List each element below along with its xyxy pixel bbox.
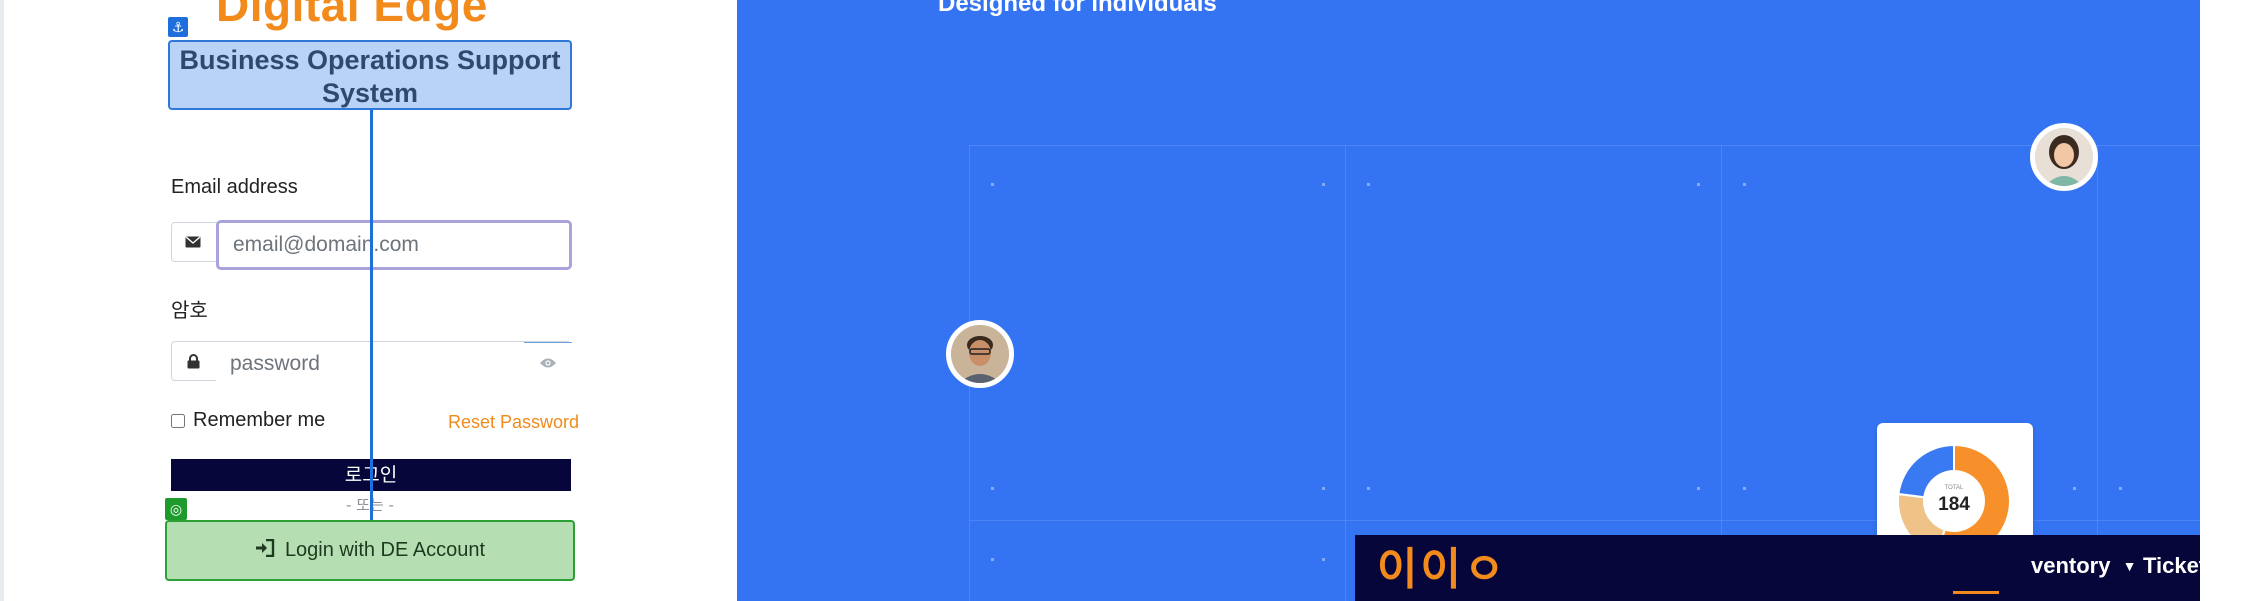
nav-active-underline [1953, 591, 1999, 594]
grid-dot [1322, 487, 1325, 490]
envelope-icon [172, 223, 214, 261]
grid-dot [1367, 487, 1370, 490]
system-subtitle: Business Operations Support System [168, 40, 572, 110]
avatar-man [946, 320, 1014, 388]
remember-me-checkbox[interactable] [171, 413, 185, 428]
nav-item-inventory[interactable]: ventory ▼ [2031, 553, 2136, 579]
reset-password-link[interactable]: Reset Password [448, 412, 579, 433]
grid-dot [1743, 487, 1746, 490]
avatar-woman [2030, 123, 2098, 191]
target-icon: ◎ [165, 498, 187, 520]
grid-line [2097, 145, 2098, 601]
grid-dot [1322, 183, 1325, 186]
brand-logo-text: Digital Edge [216, 0, 488, 31]
eye-icon [539, 356, 557, 374]
grid-dot [991, 558, 994, 561]
sign-in-icon [255, 538, 275, 563]
window-left-edge [0, 0, 4, 601]
annotation-connector-line [370, 110, 373, 520]
grid-dot [991, 487, 994, 490]
grid-dot [2073, 487, 2076, 490]
email-input[interactable] [216, 220, 572, 270]
grid-line [1345, 145, 1346, 601]
grid-dot [1322, 558, 1325, 561]
caret-down-icon: ▼ [2122, 558, 2137, 574]
grid-dot [1697, 183, 1700, 186]
donut-total-value: 184 [1938, 494, 1970, 515]
navbar-logo: 이이ㅇ [1377, 544, 1508, 595]
nav-item-inventory-label: ventory [2031, 553, 2111, 578]
grid-dot [991, 183, 994, 186]
grid-dot [2119, 487, 2122, 490]
donut-caption: TOTAL [1945, 485, 1964, 491]
grid-dot [1743, 183, 1746, 186]
remember-me[interactable]: Remember me [171, 409, 325, 432]
grid-dot [1367, 183, 1370, 186]
grid-line [1721, 145, 1722, 601]
de-account-login-button[interactable]: Login with DE Account [165, 520, 575, 581]
show-password-button[interactable] [524, 342, 572, 386]
hero-tagline: Designed for individuals [938, 0, 1217, 17]
anchor-icon: ⚓ [168, 17, 188, 37]
lock-icon [172, 342, 214, 380]
de-account-login-label: Login with DE Account [284, 539, 486, 561]
grid-dot [1697, 487, 1700, 490]
nav-item-ticket[interactable]: Ticket [2143, 553, 2206, 579]
remember-me-label: Remember me [193, 409, 326, 431]
email-label: Email address [171, 176, 298, 198]
grid-line [969, 145, 2200, 146]
password-label: 암호 [171, 298, 208, 322]
